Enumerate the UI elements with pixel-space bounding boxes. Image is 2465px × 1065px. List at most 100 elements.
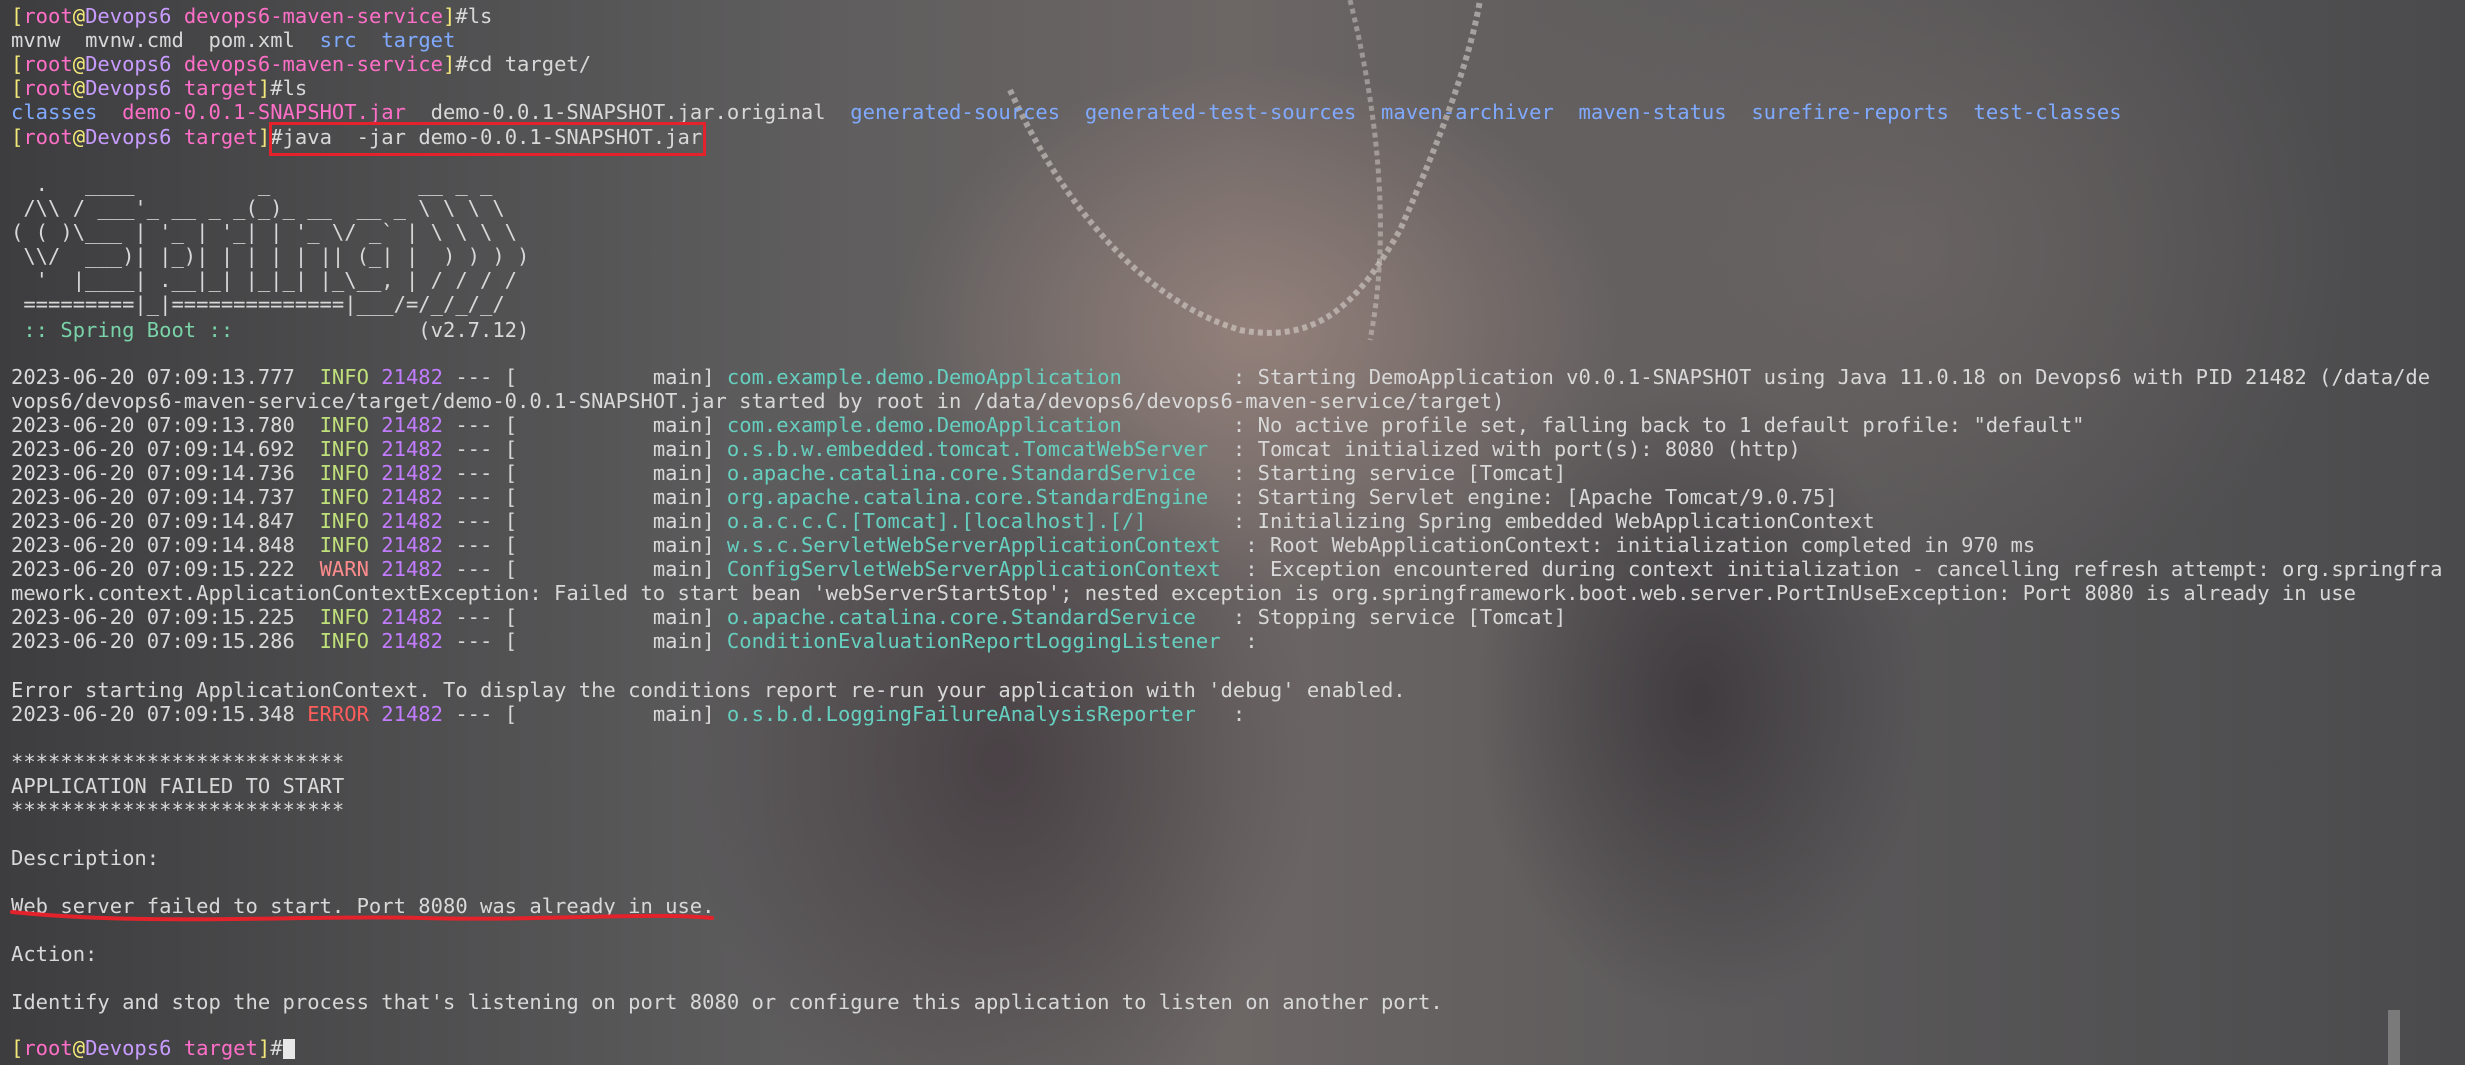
file-demo-jar-original: demo-0.0.1-SNAPSHOT.jar.original [430, 100, 826, 124]
log-message: Root WebApplicationContext: initializati… [1269, 533, 2036, 557]
dir-src: src [319, 28, 357, 52]
log-timestamp: 2023-06-20 07:09:14.848 [11, 533, 295, 557]
log-thread: main [652, 557, 703, 581]
log-timestamp: 2023-06-20 07:09:13.780 [11, 413, 295, 437]
log-message: Starting service [Tomcat] [1257, 461, 1567, 485]
prompt-line-1: [root@Devops6 devops6-maven-service]#ls [11, 4, 493, 28]
prompt-dir: target [183, 125, 258, 149]
file-mvnw-cmd: mvnw.cmd [85, 28, 184, 52]
log-message: Starting Servlet engine: [Apache Tomcat/… [1257, 485, 1838, 509]
log-thread: main [652, 365, 703, 389]
log-message: Exception encountered during context ini… [1269, 557, 2443, 581]
log-logger: ConfigServletWebServerApplicationContext [726, 557, 1221, 581]
log-pid: 21482 [381, 437, 443, 461]
log-timestamp: 2023-06-20 07:09:14.737 [11, 485, 295, 509]
dir-classes: classes [11, 100, 98, 124]
spring-banner-line-3: ( ( )\___ | '_ | '_| | '_ \/ _` | \ \ \ … [11, 220, 518, 244]
log-line: 2023-06-20 07:09:13.777 INFO 21482 --- [… [11, 365, 2431, 389]
log-logger: ConditionEvaluationReportLoggingListener [726, 629, 1221, 653]
log-level: INFO [319, 629, 369, 653]
log-line: 2023-06-20 07:09:14.848 INFO 21482 --- [… [11, 533, 2036, 557]
log-logger: o.apache.catalina.core.StandardService [726, 461, 1196, 485]
ls-output-1: mvnw mvnw.cmd pom.xml src target [11, 28, 455, 52]
log-level: INFO [319, 485, 369, 509]
spring-boot-label: :: Spring Boot :: [11, 318, 246, 342]
log-message-continuation: mework.context.ApplicationContextExcepti… [11, 581, 2356, 605]
file-demo-jar: demo-0.0.1-SNAPSHOT.jar [122, 100, 406, 124]
log-line: 2023-06-20 07:09:14.692 INFO 21482 --- [… [11, 437, 1801, 461]
dir-generated-sources: generated-sources [850, 100, 1061, 124]
log-line: 2023-06-20 07:09:14.736 INFO 21482 --- [… [11, 461, 1567, 485]
text-cursor[interactable] [282, 1039, 295, 1059]
ls-output-2: classes demo-0.0.1-SNAPSHOT.jar demo-0.0… [11, 100, 2122, 124]
spring-boot-version: (v2.7.12) [245, 318, 530, 342]
log-timestamp: 2023-06-20 07:09:13.777 [11, 365, 295, 389]
scrollbar-thumb[interactable] [2388, 1010, 2400, 1065]
prompt-dir: devops6-maven-service [183, 52, 443, 76]
log-logger: com.example.demo.DemoApplication [726, 365, 1122, 389]
prompt-line-2: [root@Devops6 devops6-maven-service]#cd … [11, 52, 592, 76]
prompt-dir: devops6-maven-service [183, 4, 443, 28]
log-thread: main [652, 629, 703, 653]
prompt-user: root [23, 1036, 73, 1060]
log-message: Stopping service [Tomcat] [1257, 605, 1567, 629]
prompt-host: Devops6 [85, 52, 172, 76]
prompt-line-final[interactable]: [root@Devops6 target]# [11, 1036, 295, 1060]
prompt-dir: target [183, 1036, 258, 1060]
log-thread: main [652, 605, 703, 629]
log-logger: o.s.b.w.embedded.tomcat.TomcatWebServer [726, 437, 1209, 461]
log-level: WARN [319, 557, 369, 581]
action-text: Identify and stop the process that's lis… [11, 990, 1443, 1014]
file-pom-xml: pom.xml [208, 28, 295, 52]
command-text: ls [467, 4, 493, 28]
log-pid: 21482 [381, 557, 443, 581]
command-text: ls [282, 76, 308, 100]
log-level: INFO [319, 437, 369, 461]
log-level: INFO [319, 413, 369, 437]
log-level: INFO [319, 605, 369, 629]
dir-target: target [381, 28, 456, 52]
log-logger: o.a.c.c.C.[Tomcat].[localhost].[/] [726, 509, 1147, 533]
failure-title: APPLICATION FAILED TO START [11, 774, 345, 798]
log-thread: main [652, 702, 703, 726]
spring-banner-line-2: /\\ / ___'_ __ _ _(_)_ __ __ _ \ \ \ \ [11, 196, 505, 220]
prompt-host: Devops6 [85, 125, 172, 149]
description-label: Description: [11, 846, 160, 870]
log-timestamp: 2023-06-20 07:09:14.692 [11, 437, 295, 461]
log-message: Starting DemoApplication v0.0.1-SNAPSHOT… [1257, 365, 2431, 389]
log-logger: com.example.demo.DemoApplication [726, 413, 1122, 437]
log-pid: 21482 [381, 413, 443, 437]
log-pid: 21482 [381, 509, 443, 533]
log-thread: main [652, 461, 703, 485]
log-level: INFO [319, 509, 369, 533]
log-thread: main [652, 509, 703, 533]
failure-stars-top: *************************** [11, 750, 345, 774]
prompt-host: Devops6 [85, 76, 172, 100]
log-line: 2023-06-20 07:09:15.222 WARN 21482 --- [… [11, 557, 2443, 581]
log-thread: main [652, 533, 703, 557]
command-text: cd target/ [467, 52, 592, 76]
dir-test-classes: test-classes [1973, 100, 2122, 124]
spring-banner-line-4: \\/ ___)| |_)| | | | | || (_| | ) ) ) ) [11, 244, 530, 268]
log-logger: o.s.b.d.LoggingFailureAnalysisReporter [726, 702, 1196, 726]
dir-maven-status: maven-status [1578, 100, 1727, 124]
prompt-user: root [23, 125, 73, 149]
file-mvnw: mvnw [11, 28, 61, 52]
dir-maven-archiver: maven-archiver [1381, 100, 1554, 124]
prompt-user: root [23, 76, 73, 100]
spring-banner-line-5: ' |____| .__|_| |_|_| |_\__, | / / / / [11, 268, 518, 292]
prompt-user: root [23, 4, 73, 28]
log-line: 2023-06-20 07:09:15.286 INFO 21482 --- [… [11, 629, 1270, 653]
action-label: Action: [11, 942, 98, 966]
log-timestamp: 2023-06-20 07:09:15.286 [11, 629, 295, 653]
prompt-user: root [23, 52, 73, 76]
log-message: Initializing Spring embedded WebApplicat… [1257, 509, 1875, 533]
spring-boot-version-line: :: Spring Boot :: (v2.7.12) [11, 318, 529, 342]
log-level: INFO [319, 365, 369, 389]
command-highlight-box [269, 122, 706, 156]
terminal-window[interactable]: [root@Devops6 devops6-maven-service]#ls … [0, 0, 2465, 1065]
log-thread: main [652, 485, 703, 509]
log-line: 2023-06-20 07:09:14.847 INFO 21482 --- [… [11, 509, 1875, 533]
log-logger: w.s.c.ServletWebServerApplicationContext [726, 533, 1221, 557]
dir-generated-test-sources: generated-test-sources [1084, 100, 1357, 124]
